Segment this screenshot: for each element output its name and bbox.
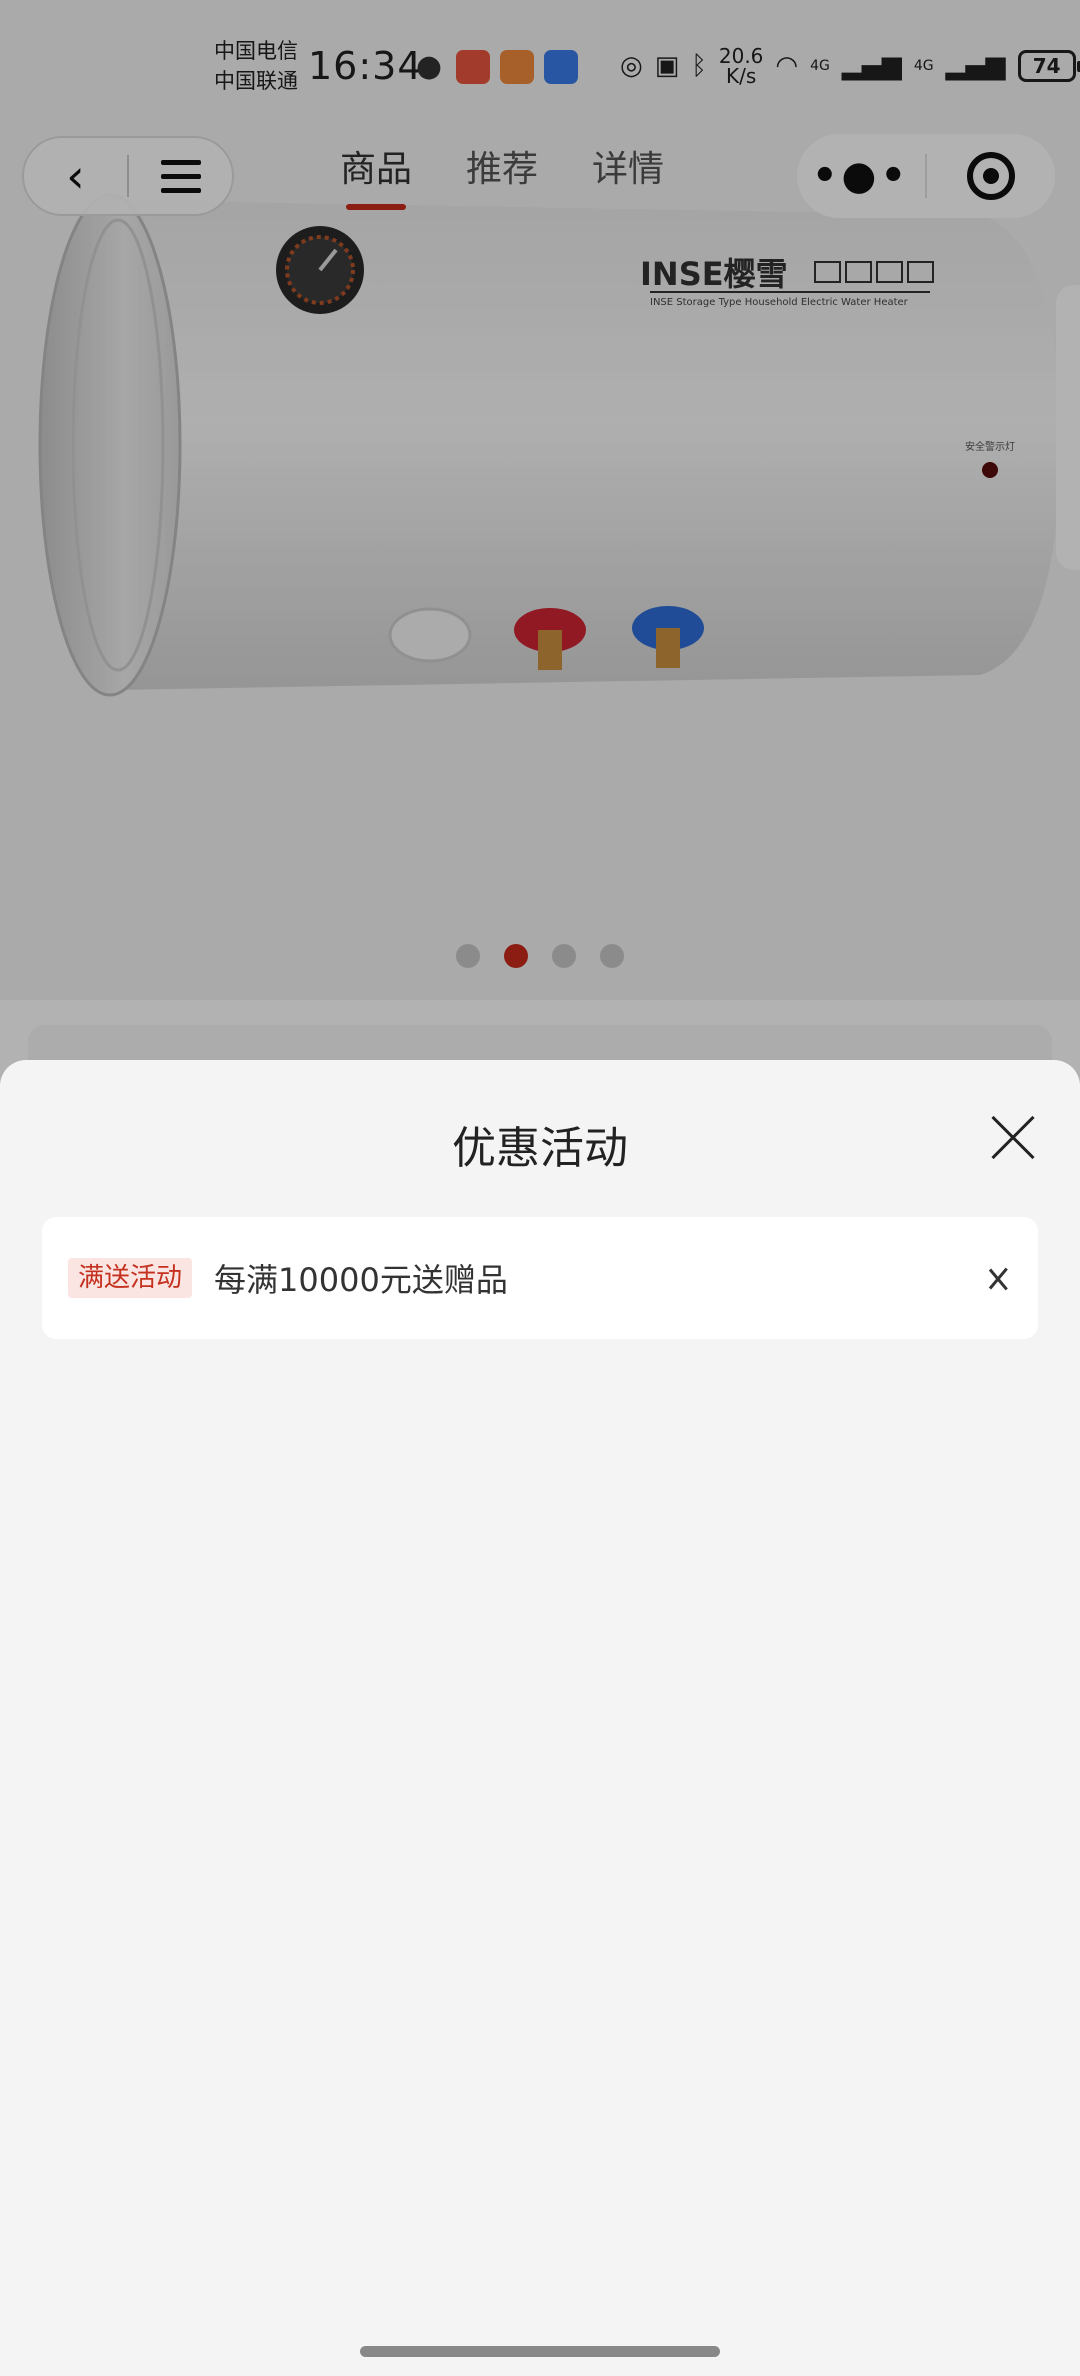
close-icon[interactable] [990,1115,1036,1161]
promotion-sheet: 优惠活动 满送活动 每满10000元送赠品 [0,1060,1080,2376]
chevron-right-icon [990,1259,1012,1297]
promotion-tag: 满送活动 [68,1258,193,1298]
sheet-title: 优惠活动 [452,1123,628,1174]
promotion-row[interactable]: 满送活动 每满10000元送赠品 [42,1217,1038,1339]
home-indicator[interactable] [360,2346,720,2357]
promotion-text: 每满10000元送赠品 [214,1261,508,1299]
